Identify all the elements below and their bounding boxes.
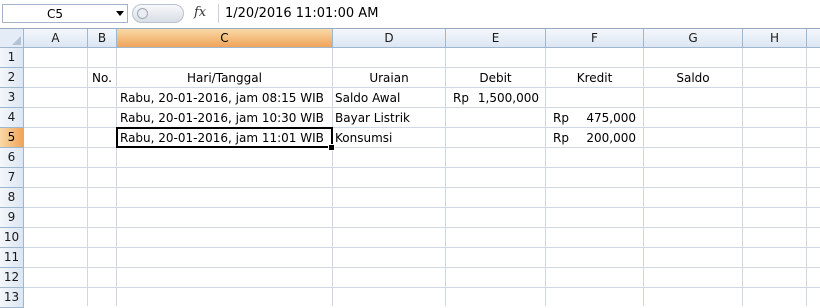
formula-buttons[interactable] — [132, 4, 184, 23]
insert-function-icon[interactable]: fx — [194, 5, 206, 20]
column-header-c[interactable]: C — [117, 29, 333, 48]
cell-c4[interactable]: Rabu, 20-01-2016, jam 10:30 WIB — [120, 108, 324, 128]
cell-d2[interactable]: Uraian — [333, 68, 445, 88]
select-all-button[interactable] — [0, 29, 24, 48]
cell-d5[interactable]: Konsumsi — [335, 128, 392, 148]
cell-e3[interactable]: 1,500,000 — [446, 88, 539, 108]
cell-area[interactable]: No. Hari/Tanggal Uraian Debit Kredit Sal… — [24, 48, 820, 306]
cell-g2[interactable]: Saldo — [644, 68, 742, 88]
cell-f2[interactable]: Kredit — [546, 68, 643, 88]
cell-e2[interactable]: Debit — [446, 68, 545, 88]
row-header-7[interactable]: 7 — [0, 168, 24, 188]
column-header-f[interactable]: F — [546, 29, 644, 48]
cell-f5[interactable]: 200,000 — [546, 128, 636, 148]
cell-c2[interactable]: Hari/Tanggal — [117, 68, 332, 88]
formula-input[interactable]: 1/20/2016 11:01:00 AM — [218, 4, 818, 23]
name-box-value: C5 — [47, 7, 64, 21]
row-header-11[interactable]: 11 — [0, 248, 24, 268]
column-header-b[interactable]: B — [88, 29, 117, 48]
cell-f4[interactable]: 475,000 — [546, 108, 636, 128]
row-header-3[interactable]: 3 — [0, 88, 24, 108]
cell-c3[interactable]: Rabu, 20-01-2016, jam 08:15 WIB — [120, 88, 324, 108]
column-header-e[interactable]: E — [446, 29, 546, 48]
column-header-g[interactable]: G — [644, 29, 743, 48]
column-header-a[interactable]: A — [24, 29, 88, 48]
formula-controls: fx — [132, 4, 216, 23]
row-header-2[interactable]: 2 — [0, 68, 24, 88]
cell-d4[interactable]: Bayar Listrik — [335, 108, 410, 128]
cell-d3[interactable]: Saldo Awal — [335, 88, 400, 108]
fill-handle[interactable] — [328, 144, 335, 151]
row-header-6[interactable]: 6 — [0, 148, 24, 168]
row-header-8[interactable]: 8 — [0, 188, 24, 208]
column-header-d[interactable]: D — [333, 29, 446, 48]
cancel-enter-icon[interactable] — [137, 8, 148, 19]
row-header-12[interactable]: 12 — [0, 268, 24, 288]
row-header-4[interactable]: 4 — [0, 108, 24, 128]
row-header-10[interactable]: 10 — [0, 228, 24, 248]
cell-b2[interactable]: No. — [88, 68, 116, 88]
spreadsheet-grid: A B C D E F G H 1 2 3 4 5 6 7 8 9 10 11 … — [0, 29, 820, 308]
row-header-13[interactable]: 13 — [0, 288, 24, 308]
row-header-1[interactable]: 1 — [0, 48, 24, 68]
formula-bar: C5 fx 1/20/2016 11:01:00 AM — [0, 0, 820, 29]
column-header-partial — [807, 29, 820, 48]
chevron-down-icon[interactable] — [116, 11, 124, 16]
formula-value: 1/20/2016 11:01:00 AM — [225, 6, 379, 21]
name-box[interactable]: C5 — [2, 4, 128, 23]
column-header-h[interactable]: H — [743, 29, 807, 48]
row-header-9[interactable]: 9 — [0, 208, 24, 228]
row-header-5[interactable]: 5 — [0, 128, 24, 148]
active-cell-border — [116, 127, 333, 148]
